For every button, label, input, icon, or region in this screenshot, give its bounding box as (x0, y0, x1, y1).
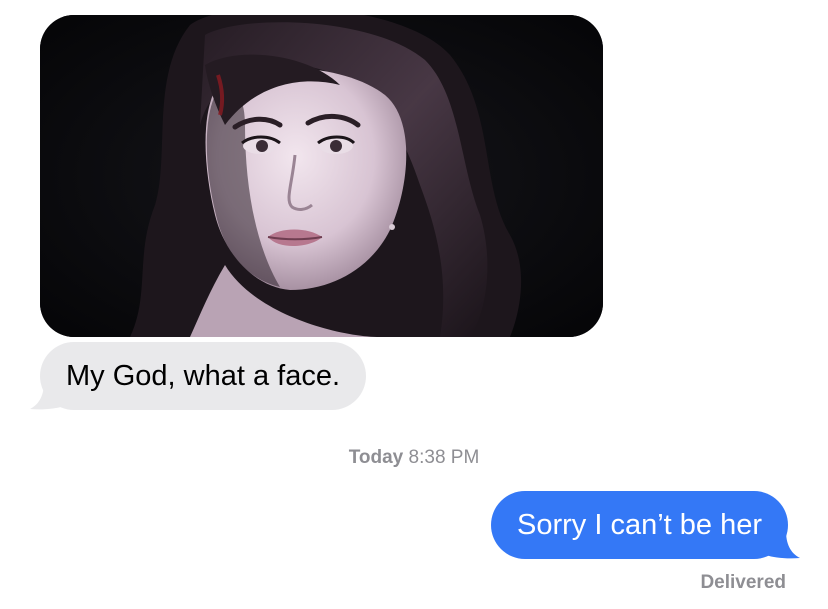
photo-attachment[interactable] (40, 15, 603, 337)
timestamp-day: Today (348, 447, 404, 468)
outgoing-message-text: Sorry I can’t be her (517, 509, 762, 541)
outgoing-message-bubble[interactable]: Sorry I can’t be her (491, 491, 788, 559)
message-timestamp: Today 8:38 PM (0, 447, 828, 469)
incoming-bubble-tail (30, 382, 64, 410)
outgoing-bubble-tail (766, 531, 800, 559)
incoming-message-bubble[interactable]: My God, what a face. (40, 342, 367, 410)
timestamp-time: 8:38 PM (408, 447, 480, 468)
incoming-message-text: My God, what a face. (66, 360, 341, 392)
delivery-status: Delivered (700, 572, 786, 593)
portrait-image (40, 15, 603, 337)
